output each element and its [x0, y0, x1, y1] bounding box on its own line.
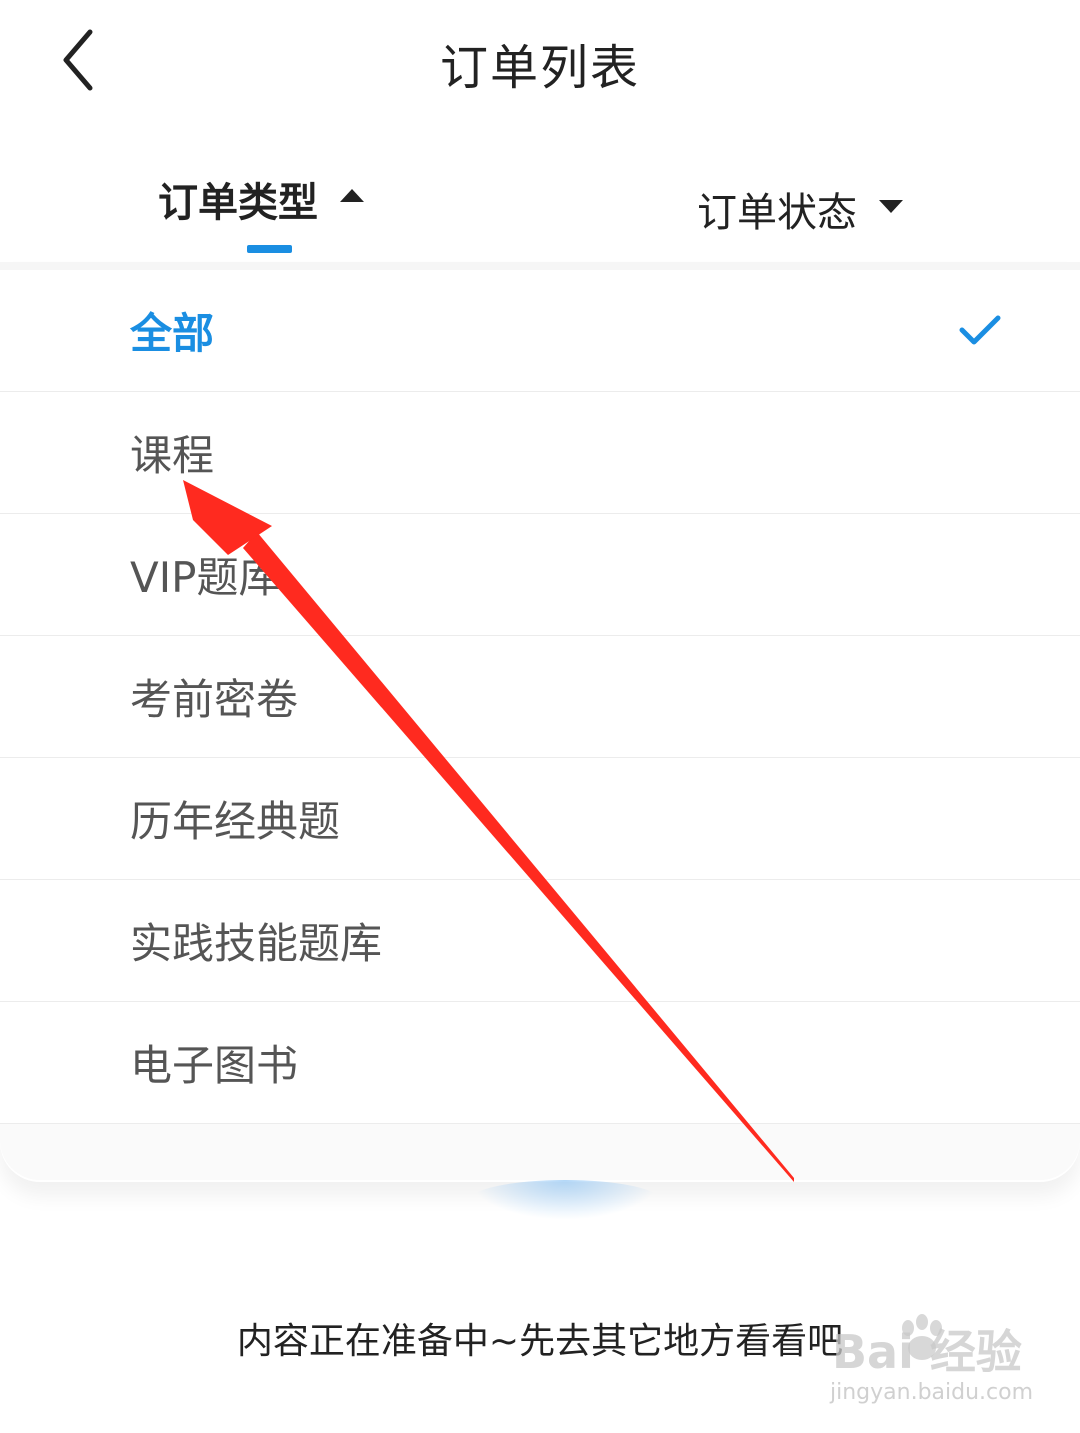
tab-order-status-label: 订单状态	[697, 190, 857, 236]
dropdown-footer	[0, 1124, 1080, 1180]
option-past-classic-questions[interactable]: 历年经典题	[0, 758, 1080, 880]
option-label: 历年经典题	[130, 797, 341, 846]
option-label: 课程	[130, 431, 215, 480]
filter-tabs: 订单类型 订单状态	[0, 150, 1080, 262]
caret-down-icon	[879, 199, 903, 213]
option-label: 全部	[130, 309, 215, 358]
page-title: 订单列表	[439, 40, 640, 96]
empty-illustration	[470, 1180, 660, 1220]
checkmark-icon	[959, 315, 1001, 345]
tab-order-status[interactable]: 订单状态	[697, 180, 903, 238]
baidu-watermark: Bai 经验 jingyan.baidu.com	[828, 1312, 1033, 1412]
option-label: 实践技能题库	[130, 919, 383, 968]
watermark-url: jingyan.baidu.com	[830, 1380, 1034, 1405]
option-label: 考前密卷	[130, 675, 299, 724]
paw-icon	[902, 1314, 942, 1360]
top-bar: 订单列表	[0, 0, 1080, 120]
order-type-options: 全部 课程 VIP题库 考前密卷 历年经典题 实践技能题库 电子图书	[0, 270, 1080, 1124]
option-course[interactable]: 课程	[0, 392, 1080, 514]
order-type-dropdown: 全部 课程 VIP题库 考前密卷 历年经典题 实践技能题库 电子图书	[0, 262, 1080, 1182]
option-pre-exam-papers[interactable]: 考前密卷	[0, 636, 1080, 758]
option-label: 电子图书	[130, 1041, 299, 1090]
option-all[interactable]: 全部	[0, 270, 1080, 392]
tab-order-type[interactable]: 订单类型	[158, 170, 364, 228]
option-label: VIP题库	[130, 553, 281, 602]
active-tab-indicator	[247, 245, 292, 253]
caret-up-icon	[340, 188, 364, 202]
option-vip-question-bank[interactable]: VIP题库	[0, 514, 1080, 636]
option-ebooks[interactable]: 电子图书	[0, 1002, 1080, 1124]
option-practical-skills-bank[interactable]: 实践技能题库	[0, 880, 1080, 1002]
tab-order-type-label: 订单类型	[158, 180, 318, 226]
